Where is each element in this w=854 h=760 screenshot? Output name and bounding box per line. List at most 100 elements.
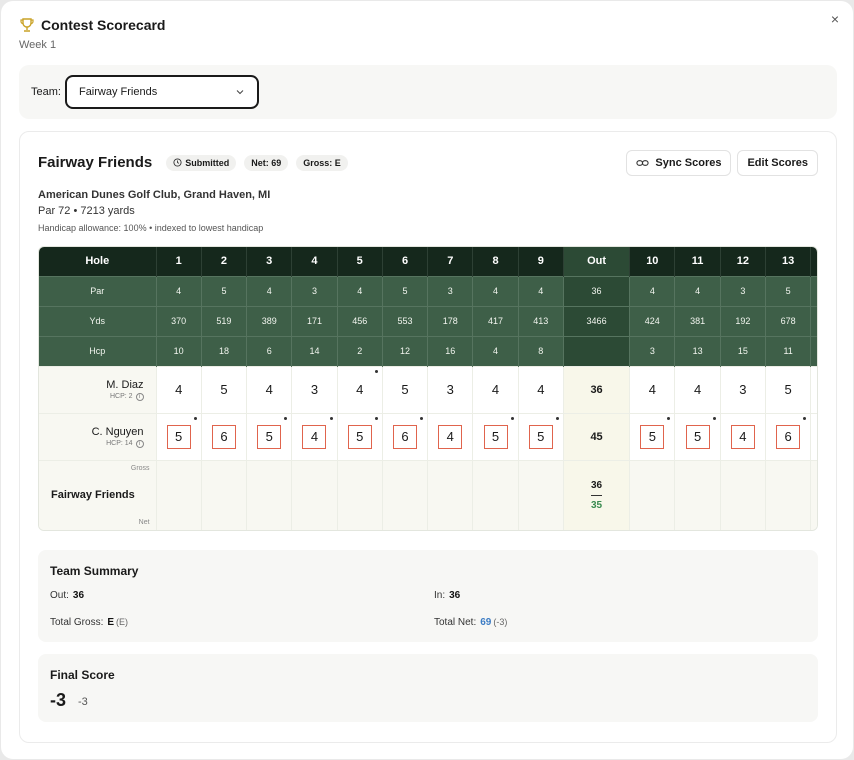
score-cell[interactable]: 5 xyxy=(337,412,383,460)
stroke-dot xyxy=(510,416,514,420)
scorecard-modal: Contest Scorecard Week 1 × Team: Fairway… xyxy=(1,1,853,759)
final-score-sub: -3 xyxy=(78,696,88,708)
player-out-total: 36 xyxy=(563,365,631,413)
score-cell[interactable]: 6 xyxy=(382,412,429,460)
score-cell[interactable]: 3 xyxy=(291,365,338,413)
score-cell[interactable]: 3 xyxy=(427,365,474,413)
score-cell[interactable]: 4 xyxy=(427,412,474,460)
score-value: 4 xyxy=(265,382,273,397)
hole-number: 1 xyxy=(156,247,202,276)
yds-cell: 519 xyxy=(201,305,248,336)
info-icon[interactable]: i xyxy=(135,392,144,401)
score-cell[interactable]: 5 xyxy=(156,412,202,460)
team-score-cell xyxy=(472,459,519,530)
player-out-total: 45 xyxy=(563,412,631,460)
yds-label: Yds xyxy=(39,305,157,336)
yds-cell: 178 xyxy=(427,305,474,336)
score-cell[interactable]: 4 xyxy=(246,365,293,413)
close-icon[interactable]: × xyxy=(831,11,839,27)
hole-number: 14 xyxy=(810,247,817,276)
yds-cell: 456 xyxy=(337,305,383,336)
score-value: 3 xyxy=(446,382,454,397)
stroke-dot xyxy=(284,416,288,420)
hole-number: 6 xyxy=(382,247,429,276)
hcp-cell: 2 xyxy=(337,335,383,366)
hole-number: 12 xyxy=(720,247,766,276)
hole-number: 10 xyxy=(629,247,676,276)
par-cell: 36 xyxy=(563,275,631,306)
summary-total-gross: Total Gross: E (E) xyxy=(50,617,129,628)
par-cell: 4 xyxy=(246,275,293,306)
score-cell[interactable]: 4 xyxy=(629,365,676,413)
hole-number: Out xyxy=(563,247,631,276)
stroke-dot xyxy=(667,416,671,420)
net-badge: Net: 69 xyxy=(244,154,289,171)
stroke-dot xyxy=(193,416,197,420)
score-box: 4 xyxy=(438,424,463,449)
score-cell[interactable]: 4 xyxy=(810,365,817,413)
hole-number: 7 xyxy=(427,247,474,276)
score-cell[interactable]: 6 xyxy=(201,412,248,460)
score-cell[interactable]: 5 xyxy=(472,412,519,460)
par-cell: 4 xyxy=(674,275,721,306)
info-icon[interactable]: i xyxy=(135,439,144,448)
score-cell[interactable]: 5 xyxy=(765,365,812,413)
score-cell[interactable]: 4 xyxy=(518,365,564,413)
score-cell[interactable]: 5 xyxy=(518,412,564,460)
score-cell[interactable]: 4 xyxy=(674,365,721,413)
link-icon xyxy=(636,160,650,166)
sync-scores-button[interactable]: Sync Scores xyxy=(626,150,732,176)
score-box: 5 xyxy=(640,424,665,449)
score-cell[interactable]: 4 xyxy=(720,412,766,460)
score-cell[interactable]: 6 xyxy=(765,412,812,460)
modal-subtitle: Week 1 xyxy=(19,39,57,51)
score-cell[interactable]: 5 xyxy=(246,412,293,460)
hole-number: 11 xyxy=(674,247,721,276)
team-score-cell xyxy=(427,459,474,530)
team-select-value: Fairway Friends xyxy=(78,86,158,98)
score-cell[interactable]: 5 xyxy=(674,412,721,460)
team-score-cell xyxy=(765,459,812,530)
score-cell[interactable]: 5 xyxy=(382,365,429,413)
course-name: American Dunes Golf Club, Grand Haven, M… xyxy=(38,189,271,201)
yds-cell: 370 xyxy=(156,305,202,336)
score-cell[interactable]: 4 xyxy=(337,365,383,413)
yds-cell: 389 xyxy=(246,305,293,336)
hcp-row: Hcp10186142121648313151179 xyxy=(39,335,817,366)
score-cell[interactable]: 4 xyxy=(156,365,202,413)
modal-title: Contest Scorecard xyxy=(41,17,166,33)
course-info: American Dunes Golf Club, Grand Haven, M… xyxy=(38,189,270,233)
team-out-gross: 36 xyxy=(591,480,603,496)
score-box: 4 xyxy=(302,424,327,449)
hcp-cell xyxy=(563,335,631,366)
score-value: 5 xyxy=(220,382,228,397)
hole-number: 3 xyxy=(246,247,293,276)
par-cell: 4 xyxy=(156,275,202,306)
score-cell[interactable]: 5 xyxy=(629,412,676,460)
score-cell[interactable]: 4 xyxy=(472,365,519,413)
par-cell: 4 xyxy=(337,275,383,306)
yds-cell: 413 xyxy=(518,305,564,336)
par-cell: 4 xyxy=(810,275,817,306)
team-score-row: Gross Fairway Friends Net 36 35 xyxy=(39,459,817,530)
player-name-cell: C. Nguyen HCP: 14 i xyxy=(39,412,157,460)
score-cell[interactable]: 5 xyxy=(201,365,248,413)
edit-scores-button[interactable]: Edit Scores xyxy=(737,150,818,176)
team-out-net: 35 xyxy=(591,499,603,511)
yds-cell: 678 xyxy=(765,305,812,336)
team-name-cell: Gross Fairway Friends Net xyxy=(39,459,157,530)
score-cell[interactable]: 3 xyxy=(720,365,766,413)
score-value: 4 xyxy=(693,382,702,397)
par-cell: 3 xyxy=(291,275,338,306)
score-cell[interactable]: 4 xyxy=(291,412,338,460)
score-cell[interactable]: 5 xyxy=(810,412,817,460)
team-select[interactable]: Fairway Friends xyxy=(64,75,259,109)
final-score-panel: Final Score -3 -3 xyxy=(38,654,818,722)
trophy-icon xyxy=(20,18,34,32)
chevron-down-icon xyxy=(236,90,244,95)
par-cell: 4 xyxy=(518,275,564,306)
hole-number: 4 xyxy=(291,247,338,276)
par-cell: 5 xyxy=(201,275,248,306)
team-score-cell xyxy=(156,459,202,530)
score-value: 4 xyxy=(648,382,656,397)
